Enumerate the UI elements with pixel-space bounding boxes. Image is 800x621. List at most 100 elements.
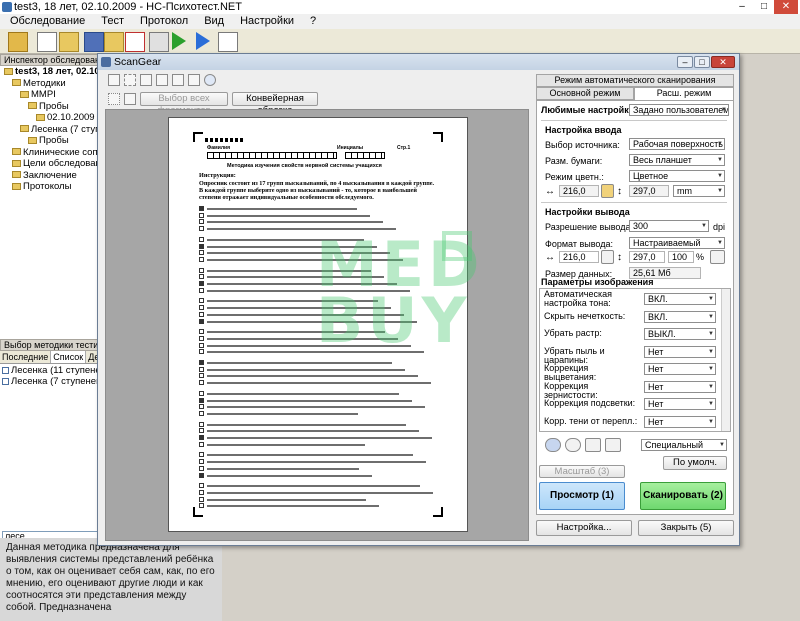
tree-node[interactable]: Лесенка (7 ступеней) <box>0 124 104 136</box>
delete-fragment-icon[interactable] <box>188 74 200 86</box>
source-select[interactable]: Рабочая поверхность <box>629 138 725 150</box>
menu-item[interactable]: Вид <box>194 14 230 29</box>
tree-node[interactable]: test3, 18 лет, 02.10.2009 <box>0 66 104 78</box>
tree-node[interactable]: Методики <box>0 78 104 90</box>
list-item[interactable]: Лесенка (7 ступеней) <box>0 376 104 387</box>
move-icon[interactable] <box>140 74 152 86</box>
answer-checkbox <box>199 236 204 242</box>
swap-orientation-icon[interactable] <box>710 250 725 264</box>
maximize-icon[interactable]: □ <box>752 0 776 14</box>
param-select[interactable]: Нет <box>644 380 716 393</box>
rotate-icon[interactable] <box>124 93 136 105</box>
scangear-maximize-icon[interactable]: □ <box>694 56 710 68</box>
answer-checkbox <box>199 428 204 434</box>
param-select[interactable]: ВКЛ. <box>644 293 716 305</box>
tree-node[interactable]: 02.10.2009 <box>0 112 104 124</box>
window-title: test3, 18 лет, 02.10.2009 - НС-Психотест… <box>14 1 242 13</box>
run-icon[interactable] <box>196 32 210 50</box>
answer-checkbox <box>199 335 204 341</box>
method-tab[interactable]: Последние <box>0 351 52 363</box>
menu-item[interactable]: Тест <box>91 14 130 29</box>
tree-node[interactable]: Пробы <box>0 101 104 113</box>
edit-icon[interactable] <box>149 32 169 52</box>
tab-basic-mode[interactable]: Основной режим <box>536 87 634 100</box>
method-tab[interactable]: Список <box>51 351 87 363</box>
favorites-label: Любимые настройки <box>541 105 635 115</box>
export-icon[interactable] <box>104 32 124 52</box>
histogram-icon[interactable] <box>585 438 601 452</box>
favorites-select[interactable]: Задано пользователем <box>629 104 729 116</box>
preview-button[interactable]: Просмотр (1) <box>539 482 625 510</box>
watermark: MED BUY <box>316 231 480 387</box>
scangear-close-icon[interactable]: ✕ <box>711 56 735 68</box>
scangear-minimize-icon[interactable]: – <box>677 56 693 68</box>
menu-item[interactable]: ? <box>300 14 322 29</box>
param-select[interactable]: Нет <box>644 415 716 428</box>
special-select[interactable]: Специальный <box>641 439 727 451</box>
color-mode-select[interactable]: Цветное <box>629 170 725 182</box>
format-select[interactable]: Настраиваемый <box>629 237 725 249</box>
zoom-button[interactable]: Масштаб (3) <box>539 465 625 478</box>
conveyor-crop-button[interactable]: Конвейерная обрезка <box>232 92 318 116</box>
play-icon[interactable] <box>172 32 186 50</box>
settings-button[interactable]: Настройка... <box>536 520 632 536</box>
tree-node[interactable]: Цели обследования <box>0 158 104 170</box>
param-select[interactable]: ВЫКЛ. <box>644 328 716 340</box>
param-select[interactable]: Нет <box>644 398 716 410</box>
tab-advanced-mode[interactable]: Расш. режим <box>634 87 734 100</box>
params-scrollbar[interactable] <box>721 289 730 431</box>
select-all-fragments-button[interactable]: Выбор всех фрагментов <box>140 92 228 116</box>
input-width-field[interactable]: 216,0 <box>559 185 599 197</box>
tree-node[interactable]: Клинические сопоставления <box>0 147 104 159</box>
minimize-icon[interactable]: – <box>730 0 754 14</box>
paper-size-select[interactable]: Весь планшет <box>629 154 725 166</box>
contrast-icon[interactable] <box>565 438 581 452</box>
answer-text-line <box>207 505 379 508</box>
output-width-field[interactable]: 216,0 <box>559 251 599 263</box>
answer-checkbox <box>199 465 204 471</box>
tone-curve-icon[interactable] <box>605 438 621 452</box>
resolution-select[interactable]: 300 <box>629 220 709 232</box>
open-folder-icon[interactable] <box>59 32 79 52</box>
aspect-lock-icon[interactable] <box>601 184 614 198</box>
tree-node[interactable]: MMPI <box>0 89 104 101</box>
crop-icon[interactable] <box>124 74 136 86</box>
output-lock-icon[interactable] <box>601 250 614 264</box>
folder-icon <box>20 90 29 98</box>
output-height-field[interactable]: 297,0 <box>629 251 665 263</box>
menu-item[interactable]: Обследование <box>0 14 91 29</box>
input-height-field[interactable]: 297,0 <box>629 185 669 197</box>
report-icon[interactable] <box>218 32 238 52</box>
method-panel: Выбор методики тестирования ПоследниеСпи… <box>0 339 123 387</box>
output-height-icon: ↕ <box>617 252 622 263</box>
param-select[interactable]: ВКЛ. <box>644 310 716 323</box>
thumbnail-icon[interactable] <box>108 74 120 86</box>
tree-node[interactable]: Заключение <box>0 170 104 182</box>
tree-node-label: Методики <box>23 77 66 89</box>
close-button[interactable]: Закрыть (5) <box>638 520 734 536</box>
tools-icon[interactable] <box>8 32 28 52</box>
scan-button[interactable]: Сканировать (2) <box>640 482 726 510</box>
tree-node[interactable]: Пробы <box>0 135 104 147</box>
format-label: Формат вывода: <box>545 239 613 249</box>
auto-scan-mode-tab[interactable]: Режим автоматического сканирования <box>536 74 734 87</box>
save-icon[interactable] <box>84 32 104 52</box>
param-select[interactable]: Нет <box>644 345 716 358</box>
param-select[interactable]: Нет <box>644 363 716 375</box>
menu-item[interactable]: Настройки <box>230 14 300 29</box>
tree-node[interactable]: Протоколы <box>0 181 104 193</box>
close-icon[interactable]: ✕ <box>774 0 798 14</box>
zoom-icon[interactable] <box>156 74 168 86</box>
new-document-icon[interactable] <box>37 32 57 52</box>
auto-crop-icon[interactable] <box>108 93 120 105</box>
scale-field[interactable]: 100 <box>668 251 694 263</box>
unit-select[interactable]: mm <box>673 185 725 197</box>
info-icon[interactable] <box>204 74 216 86</box>
color-adjust-icon[interactable] <box>545 438 561 452</box>
copy-fragment-icon[interactable] <box>172 74 184 86</box>
delete-icon[interactable] <box>125 32 145 52</box>
list-item[interactable]: Лесенка (11 ступеней) <box>0 365 104 376</box>
answer-text-line <box>207 437 432 439</box>
menu-item[interactable]: Протокол <box>130 14 194 29</box>
default-button[interactable]: По умолч. <box>663 456 727 470</box>
